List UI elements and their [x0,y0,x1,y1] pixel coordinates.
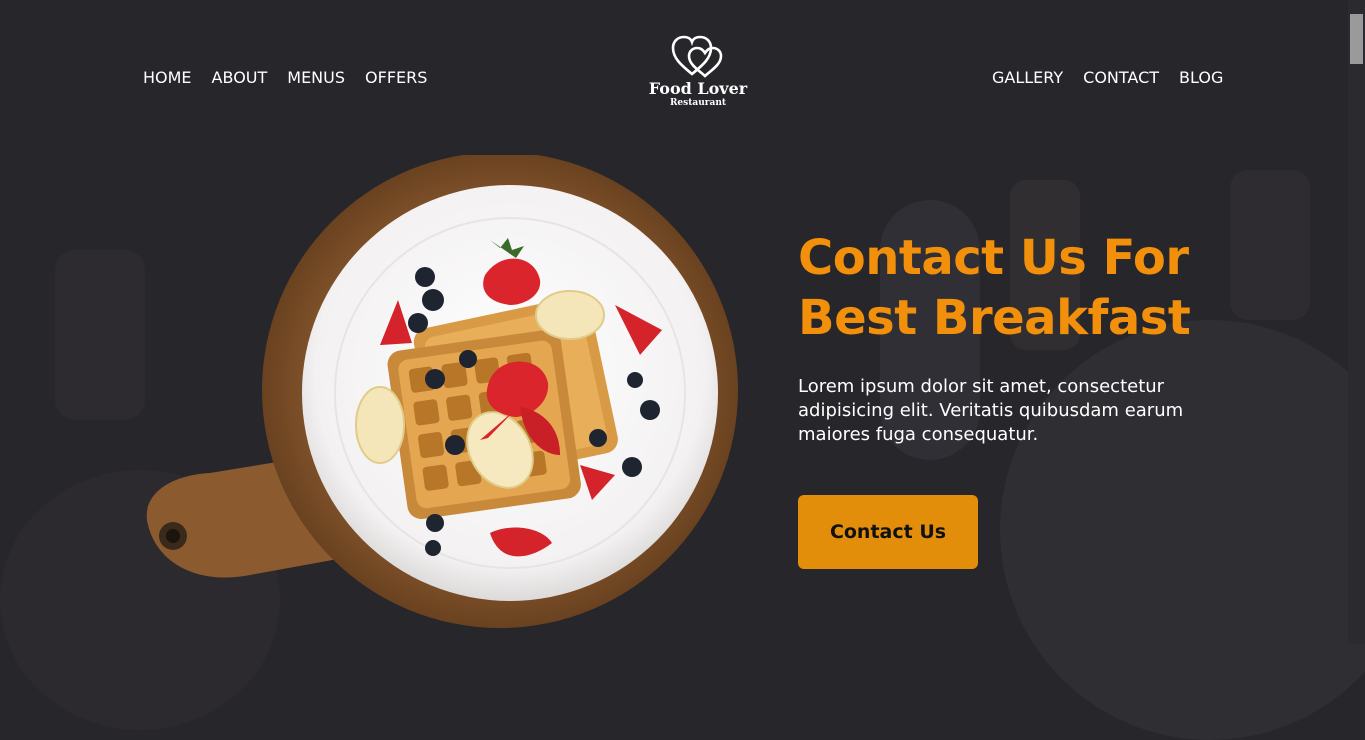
vertical-scrollbar[interactable] [1348,0,1365,644]
nav-gallery[interactable]: GALLERY [992,68,1063,88]
main-nav-left: HOME ABOUT MENUS OFFERS [143,68,427,88]
hero-title-line2: Best Breakfast [798,290,1191,346]
hearts-icon [671,35,723,78]
nav-offers[interactable]: OFFERS [365,68,427,88]
logo-name: Food Lover [648,79,748,98]
hero-title: Contact Us For Best Breakfast [798,228,1278,348]
site-logo[interactable]: Food Lover Restaurant [648,34,748,109]
nav-home[interactable]: HOME [143,68,192,88]
hero-description: Lorem ipsum dolor sit amet, consectetur … [798,376,1184,445]
nav-about[interactable]: ABOUT [212,68,268,88]
nav-blog[interactable]: BLOG [1179,68,1223,88]
nav-contact[interactable]: CONTACT [1083,68,1159,88]
nav-menus[interactable]: MENUS [287,68,345,88]
main-nav-right: GALLERY CONTACT BLOG [992,68,1223,88]
contact-us-button[interactable]: Contact Us [798,495,978,569]
waffle-plate-image [146,155,738,628]
hero-title-line1: Contact Us For [798,230,1189,286]
logo-subtitle: Restaurant [669,98,727,108]
scrollbar-thumb[interactable] [1350,14,1363,64]
